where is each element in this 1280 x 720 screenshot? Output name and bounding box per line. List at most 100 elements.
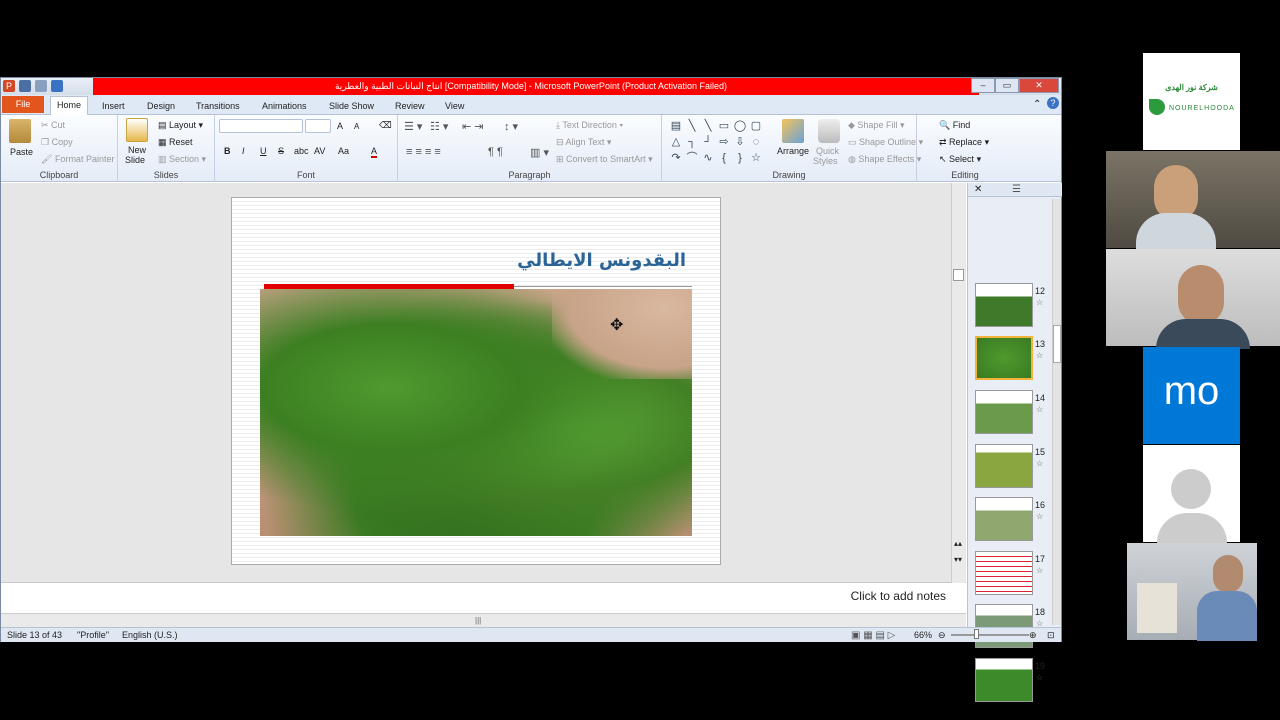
reset-button[interactable]: ▦ Reset bbox=[158, 137, 193, 148]
zoom-in-icon[interactable]: ⊕ bbox=[1029, 630, 1037, 641]
shape-effects-button[interactable]: ◍ Shape Effects ▾ bbox=[848, 154, 921, 165]
close-button[interactable]: ✕ bbox=[1019, 78, 1059, 93]
direction-icons[interactable]: ¶ ¶ bbox=[488, 146, 503, 158]
hscroll-grip-icon[interactable]: ||| bbox=[475, 616, 481, 625]
zoom-level[interactable]: 66% bbox=[914, 630, 932, 640]
tab-transitions[interactable]: Transitions bbox=[190, 98, 246, 114]
change-case-button[interactable]: Aa bbox=[338, 146, 349, 156]
format-painter-button[interactable]: 🖌 Format Painter bbox=[41, 154, 114, 165]
participant-video-man[interactable] bbox=[1106, 249, 1280, 349]
notes-pane[interactable]: Click to add notes bbox=[1, 583, 966, 613]
find-button[interactable]: 🔍 Find bbox=[939, 120, 970, 131]
shape-outline-button[interactable]: ▭ Shape Outline ▾ bbox=[848, 137, 923, 148]
thumbnail-slide[interactable] bbox=[975, 551, 1033, 595]
thumbnail-scrollbar[interactable] bbox=[1052, 199, 1061, 625]
parsley-photo[interactable] bbox=[260, 289, 692, 536]
slide-title[interactable]: البقدونس الايطالي bbox=[517, 250, 686, 271]
zoom-slider-thumb[interactable] bbox=[974, 629, 979, 639]
undo-icon[interactable] bbox=[35, 80, 47, 92]
columns-icon[interactable]: ▥ ▾ bbox=[530, 146, 549, 159]
prev-slide-icon[interactable]: ▴▴ bbox=[954, 539, 962, 548]
arrange-button[interactable]: Arrange bbox=[777, 146, 809, 156]
numbering-icon[interactable]: ☷ ▾ bbox=[430, 120, 448, 133]
font-name-input[interactable] bbox=[219, 119, 303, 133]
underline-button[interactable]: U bbox=[260, 146, 267, 156]
bullets-icon[interactable]: ☰ ▾ bbox=[404, 120, 422, 133]
language[interactable]: English (U.S.) bbox=[122, 630, 178, 640]
bold-button[interactable]: B bbox=[224, 146, 231, 156]
section-button[interactable]: ▥ Section ▾ bbox=[158, 154, 206, 165]
align-icons[interactable]: ≡ ≡ ≡ ≡ bbox=[406, 146, 441, 158]
horizontal-scrollbar[interactable]: ||| bbox=[1, 613, 966, 627]
new-slide-icon[interactable] bbox=[126, 118, 148, 142]
fit-slide-icon[interactable]: ⊡ bbox=[1047, 630, 1055, 641]
thumbnail-slide[interactable] bbox=[975, 658, 1033, 702]
quick-styles-icon[interactable] bbox=[818, 119, 840, 143]
tab-home[interactable]: Home bbox=[50, 96, 89, 116]
arrange-icon[interactable] bbox=[782, 119, 804, 143]
help-icon[interactable]: ? bbox=[1047, 97, 1059, 109]
clear-format-icon[interactable]: ⌫ bbox=[379, 120, 392, 131]
participant-avatar-tile[interactable] bbox=[1143, 445, 1240, 543]
view-buttons[interactable]: ▣ ▦ ▤ ▷ bbox=[851, 630, 895, 641]
tab-slide-show[interactable]: Slide Show bbox=[323, 98, 380, 114]
quick-styles-label-2[interactable]: Styles bbox=[813, 156, 838, 166]
layout-button[interactable]: ▤ Layout ▾ bbox=[158, 120, 203, 131]
notes-placeholder[interactable]: Click to add notes bbox=[851, 589, 946, 603]
new-slide-label[interactable]: New bbox=[128, 145, 146, 155]
paste-button[interactable]: Paste bbox=[10, 147, 33, 157]
select-button[interactable]: ↖ Select ▾ bbox=[939, 154, 981, 165]
outline-tab-icon[interactable]: ☰ bbox=[1012, 184, 1021, 195]
minimize-button[interactable]: – bbox=[971, 78, 995, 93]
cut-button[interactable]: ✂ Cut bbox=[41, 120, 65, 131]
align-text-button[interactable]: ⊟ Align Text ▾ bbox=[556, 137, 611, 148]
smartart-button[interactable]: ⊞ Convert to SmartArt ▾ bbox=[556, 154, 653, 165]
shape-fill-button[interactable]: ◆ Shape Fill ▾ bbox=[848, 120, 904, 131]
strike-button[interactable]: S bbox=[278, 146, 284, 156]
zoom-out-icon[interactable]: ⊖ bbox=[938, 630, 946, 641]
shapes-gallery[interactable]: ▤ ╲ ╲ ▭ ◯ ▢ △ ┐ ┘ ⇨ ⇩ ◌ ↷ ⌒ ∿ {} ☆ bbox=[669, 119, 769, 165]
scroll-thumb[interactable] bbox=[953, 269, 964, 281]
tab-insert[interactable]: Insert bbox=[96, 98, 131, 114]
slide-vertical-scrollbar[interactable]: ▴▴ ▾▾ bbox=[951, 183, 965, 583]
replace-button[interactable]: ⇄ Replace ▾ bbox=[939, 137, 989, 148]
redo-icon[interactable] bbox=[51, 80, 63, 92]
ribbon-collapse-icon[interactable]: ⌃ bbox=[1033, 99, 1041, 110]
current-slide[interactable]: البقدونس الايطالي ✥ bbox=[231, 197, 721, 565]
participant-body bbox=[1136, 213, 1216, 253]
thumbnail-slide[interactable] bbox=[975, 497, 1033, 541]
char-spacing-button[interactable]: AV bbox=[314, 146, 325, 156]
text-direction-button[interactable]: ⤓ Text Direction ▾ bbox=[556, 120, 623, 131]
italic-button[interactable]: I bbox=[242, 146, 245, 156]
participant-video-older-man[interactable] bbox=[1127, 543, 1257, 641]
powerpoint-icon[interactable]: P bbox=[3, 80, 15, 92]
next-slide-icon[interactable]: ▾▾ bbox=[954, 555, 962, 564]
thumbnail-slide[interactable] bbox=[975, 390, 1033, 434]
tab-review[interactable]: Review bbox=[389, 98, 431, 114]
thumbnail-slide[interactable] bbox=[975, 283, 1033, 327]
new-slide-label-2[interactable]: Slide bbox=[125, 155, 145, 165]
tab-design[interactable]: Design bbox=[141, 98, 181, 114]
font-size-input[interactable] bbox=[305, 119, 331, 133]
thumbnail-scroll-thumb[interactable] bbox=[1053, 325, 1061, 363]
paste-icon[interactable] bbox=[9, 119, 31, 143]
shadow-button[interactable]: abc bbox=[294, 146, 309, 156]
tab-view[interactable]: View bbox=[439, 98, 470, 114]
indent-icons[interactable]: ⇤ ⇥ bbox=[462, 120, 484, 133]
tab-animations[interactable]: Animations bbox=[256, 98, 313, 114]
thumbnail-slide-selected[interactable] bbox=[975, 336, 1033, 380]
shrink-font-button[interactable]: A bbox=[354, 122, 359, 131]
close-panel-icon[interactable]: ✕ bbox=[974, 184, 982, 195]
line-spacing-icon[interactable]: ↕ ▾ bbox=[504, 120, 518, 133]
grow-font-button[interactable]: A bbox=[337, 121, 343, 131]
maximize-button[interactable]: ▭ bbox=[995, 78, 1019, 93]
participant-video-woman[interactable] bbox=[1106, 151, 1280, 253]
tab-file[interactable]: File bbox=[2, 96, 44, 113]
font-color-button[interactable]: A bbox=[371, 146, 378, 158]
zoom-slider[interactable] bbox=[951, 634, 1029, 636]
thumbnail-slide[interactable] bbox=[975, 444, 1033, 488]
save-icon[interactable] bbox=[19, 80, 31, 92]
quick-styles-label[interactable]: Quick bbox=[816, 146, 839, 156]
participant-initials-tile[interactable]: mo bbox=[1143, 347, 1240, 444]
copy-button[interactable]: ❐ Copy bbox=[41, 137, 73, 148]
